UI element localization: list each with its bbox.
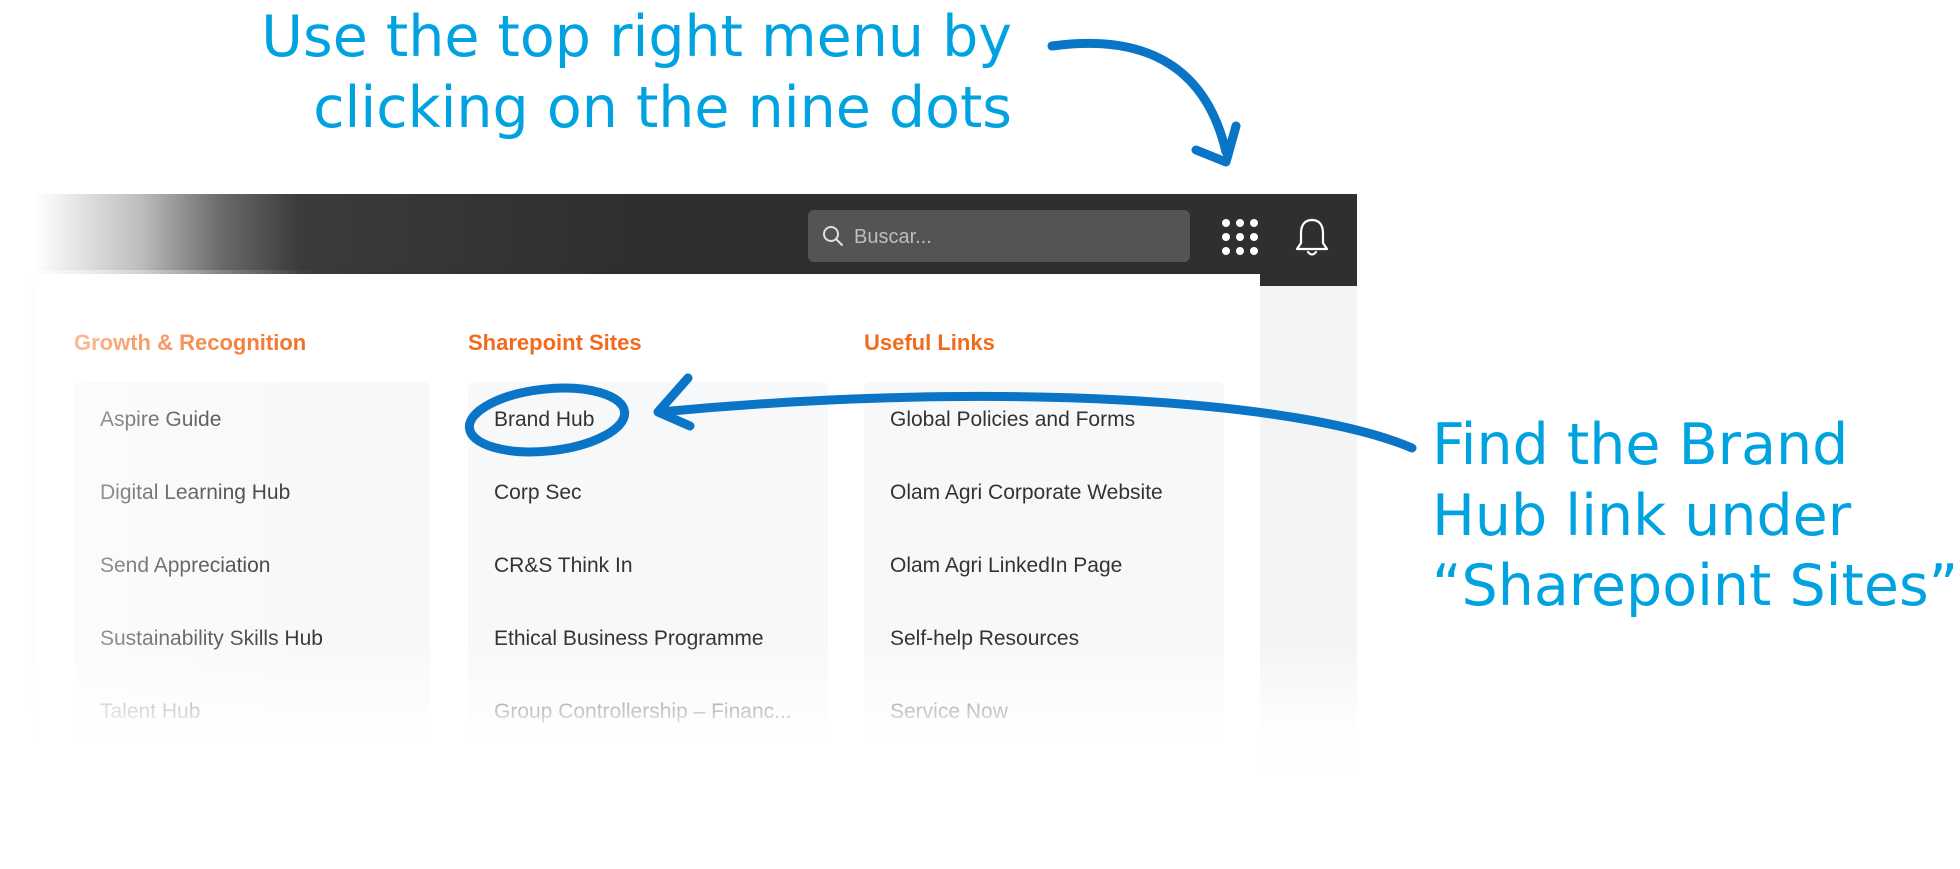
top-bar-extension [1260, 274, 1357, 286]
instruction-right-line1: Find the Brand [1432, 412, 1849, 478]
menu-column-useful-links: Useful Links Global Policies and Forms O… [864, 330, 1224, 742]
instruction-top: Use the top right menu by clicking on th… [261, 2, 1012, 143]
menu-link[interactable]: Sustainability Skills Hub [100, 627, 323, 651]
menu-link[interactable]: Self-help Resources [890, 627, 1079, 651]
instruction-right-line2: Hub link under [1432, 482, 1852, 549]
menu-link[interactable]: Talent Hub [100, 700, 200, 724]
menu-link[interactable]: Group Controllership – Financ... [494, 700, 792, 724]
instruction-right-line3: “Sharepoint Sites” [1432, 553, 1959, 620]
menu-list: Global Policies and Forms Olam Agri Corp… [864, 382, 1224, 742]
column-title: Growth & Recognition [74, 330, 307, 355]
apps-grid-icon[interactable] [1218, 215, 1262, 259]
menu-link[interactable]: Olam Agri Corporate Website [890, 481, 1163, 505]
menu-column-sharepoint: Sharepoint Sites Brand Hub Corp Sec CR&S… [468, 330, 828, 742]
search-input[interactable] [852, 210, 1176, 264]
menu-list: Aspire Guide Digital Learning Hub Send A… [74, 382, 430, 742]
menu-link[interactable]: Service Now [890, 700, 1008, 724]
menu-link[interactable]: Global Policies and Forms [890, 408, 1135, 432]
menu-link[interactable]: Send Appreciation [100, 554, 270, 578]
menu-link[interactable]: Corp Sec [494, 481, 582, 505]
arrow-to-apps-icon [1047, 38, 1231, 157]
arrow-head-apps [1191, 121, 1241, 167]
menu-link[interactable]: Aspire Guide [100, 408, 221, 432]
page-background-strip [1260, 286, 1357, 769]
bell-icon[interactable] [1292, 214, 1332, 260]
menu-link[interactable]: Ethical Business Programme [494, 627, 764, 651]
column-title: Useful Links [864, 330, 995, 355]
menu-link[interactable]: Digital Learning Hub [100, 481, 290, 505]
search-box[interactable] [808, 210, 1190, 264]
menu-list: Brand Hub Corp Sec CR&S Think In Ethical… [468, 382, 828, 742]
menu-link[interactable]: Olam Agri LinkedIn Page [890, 554, 1122, 578]
menu-link[interactable]: CR&S Think In [494, 554, 633, 578]
search-icon [823, 226, 843, 246]
instruction-top-line1: Use the top right menu by [261, 4, 1012, 70]
menu-column-growth: Growth & Recognition Aspire Guide Digita… [74, 330, 434, 742]
instruction-top-line2: clicking on the nine dots [313, 74, 1012, 141]
column-title: Sharepoint Sites [468, 330, 642, 355]
brand-hub-link[interactable]: Brand Hub [494, 408, 594, 432]
instruction-right: Find the Brand Hub link under “Sharepoin… [1432, 410, 1958, 622]
